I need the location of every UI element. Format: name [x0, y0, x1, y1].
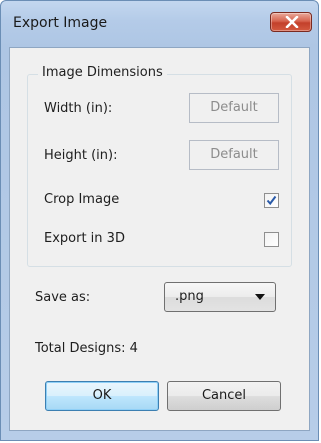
export-3d-label: Export in 3D: [44, 231, 125, 246]
crop-image-checkbox[interactable]: [264, 193, 279, 208]
height-label: Height (in):: [44, 148, 118, 163]
dialog-body: Image Dimensions Width (in): Default Hei…: [9, 47, 310, 431]
width-field[interactable]: Default: [189, 93, 279, 123]
total-designs-label: Total Designs: 4: [35, 341, 138, 356]
height-field[interactable]: Default: [189, 140, 279, 170]
group-title: Image Dimensions: [38, 65, 167, 80]
window-title: Export Image: [13, 15, 108, 31]
export-3d-checkbox[interactable]: [264, 232, 279, 247]
save-as-label: Save as:: [35, 290, 91, 305]
close-icon: [285, 16, 299, 28]
ok-button[interactable]: OK: [45, 381, 159, 411]
image-dimensions-group: Image Dimensions Width (in): Default Hei…: [27, 65, 292, 267]
width-label: Width (in):: [44, 101, 113, 116]
format-value: .png: [175, 289, 204, 304]
chevron-down-icon: [255, 294, 265, 300]
crop-image-label: Crop Image: [44, 192, 120, 207]
format-select[interactable]: .png: [164, 282, 276, 312]
checkmark-icon: [266, 195, 277, 206]
title-bar[interactable]: Export Image: [1, 1, 318, 47]
export-image-dialog: Export Image Image Dimensions Width (in)…: [0, 0, 319, 441]
cancel-button[interactable]: Cancel: [167, 381, 281, 411]
close-button[interactable]: [270, 12, 312, 32]
